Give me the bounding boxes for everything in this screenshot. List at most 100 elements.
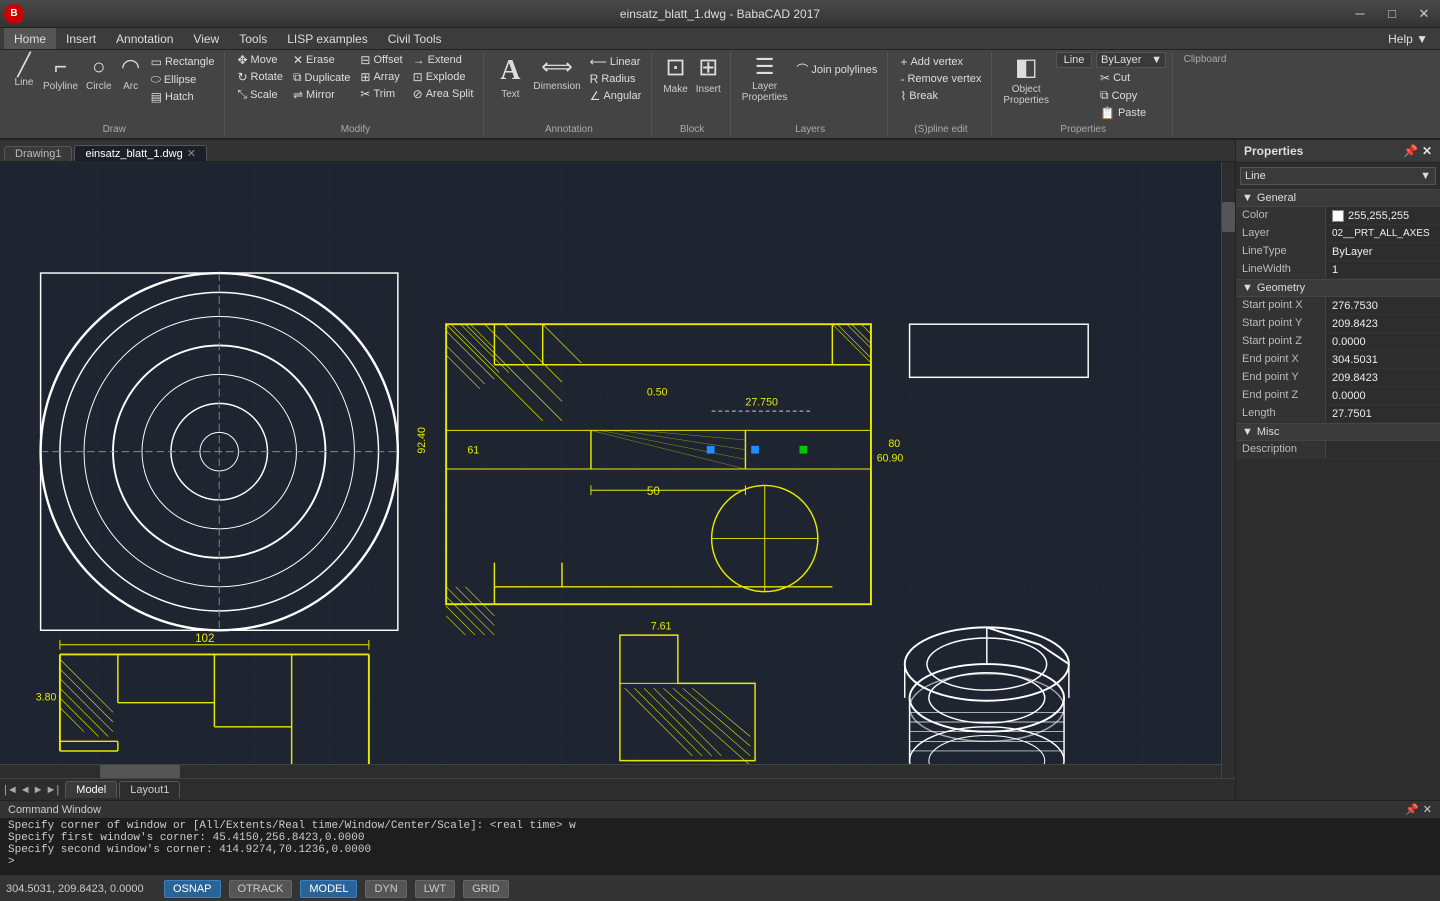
geometry-section-header[interactable]: ▼ Geometry bbox=[1236, 279, 1440, 297]
layout-nav-last[interactable]: ►| bbox=[46, 784, 60, 796]
area-split-button[interactable]: ⊘Area Split bbox=[409, 86, 478, 102]
startx-val[interactable]: 276.7530 bbox=[1326, 297, 1440, 314]
linewidth-val[interactable]: 1 bbox=[1326, 261, 1440, 278]
length-key: Length bbox=[1236, 405, 1326, 422]
ribbon-group-annotation: A Text ⟺ Dimension ⟵Linear RRadius ∠Angu… bbox=[486, 52, 652, 136]
cut-button[interactable]: ✂Cut bbox=[1096, 70, 1166, 86]
array-button[interactable]: ⊞Array bbox=[356, 69, 406, 85]
layout-nav-prev[interactable]: ◄ bbox=[20, 784, 31, 796]
copy-ribbon-button[interactable]: ⧉Copy bbox=[1096, 87, 1166, 104]
menu-home[interactable]: Home bbox=[4, 28, 56, 49]
tab-drawing1[interactable]: Drawing1 bbox=[4, 146, 72, 161]
cmd-pin-icon[interactable]: 📌 bbox=[1405, 803, 1419, 816]
otrack-button[interactable]: OTRACK bbox=[229, 880, 293, 898]
layer-properties-button[interactable]: ☰ LayerProperties bbox=[739, 52, 791, 105]
explode-button[interactable]: ⊡Explode bbox=[409, 69, 478, 85]
ribbon-group-modify: ✥Move ↻Rotate ⤡Scale ✕Erase ⧉Duplicate ⇌… bbox=[227, 52, 484, 136]
ellipse-button[interactable]: ⬭ Ellipse bbox=[147, 71, 219, 88]
menu-view[interactable]: View bbox=[183, 28, 229, 49]
arc-button[interactable]: ◠ Arc bbox=[117, 52, 145, 94]
menu-annotation[interactable]: Annotation bbox=[106, 28, 183, 49]
join-polylines-button[interactable]: ⌒Join polylines bbox=[792, 60, 881, 79]
insert-button[interactable]: ⊞ Insert bbox=[693, 52, 724, 97]
menu-civil[interactable]: Civil Tools bbox=[378, 28, 452, 49]
command-input[interactable] bbox=[19, 856, 1432, 868]
endy-val[interactable]: 209.8423 bbox=[1326, 369, 1440, 386]
endz-val[interactable]: 0.0000 bbox=[1326, 387, 1440, 404]
scale-button[interactable]: ⤡Scale bbox=[233, 86, 286, 103]
osnap-button[interactable]: OSNAP bbox=[164, 880, 221, 898]
minimize-button[interactable]: ─ bbox=[1344, 0, 1376, 28]
maximize-button[interactable]: □ bbox=[1376, 0, 1408, 28]
grid-button[interactable]: GRID bbox=[463, 880, 509, 898]
tab-einsatz-close[interactable]: ✕ bbox=[187, 147, 196, 160]
layer-val[interactable]: 02__PRT_ALL_AXES bbox=[1326, 225, 1440, 242]
dimension-button[interactable]: ⟺ Dimension bbox=[530, 52, 583, 94]
polyline-button[interactable]: ⌐ Polyline bbox=[40, 52, 81, 94]
ribbon-group-layers: ☰ LayerProperties ⌒Join polylines Layers bbox=[733, 52, 889, 136]
menu-insert[interactable]: Insert bbox=[56, 28, 106, 49]
endx-val[interactable]: 304.5031 bbox=[1326, 351, 1440, 368]
coordinates-display: 304.5031, 209.8423, 0.0000 bbox=[6, 883, 156, 895]
lwt-button[interactable]: LWT bbox=[415, 880, 455, 898]
layer-row: Layer 02__PRT_ALL_AXES bbox=[1236, 225, 1440, 243]
h-scroll-thumb[interactable] bbox=[100, 765, 180, 778]
rectangle-label: Rectangle bbox=[165, 56, 215, 68]
starty-val[interactable]: 209.8423 bbox=[1326, 315, 1440, 332]
linear-button[interactable]: ⟵Linear bbox=[586, 54, 646, 70]
layout1-tab[interactable]: Layout1 bbox=[119, 781, 180, 798]
rectangle-button[interactable]: ▭ Rectangle bbox=[147, 54, 219, 70]
rotate-button[interactable]: ↻Rotate bbox=[233, 69, 286, 85]
color-val[interactable]: 255,255,255 bbox=[1326, 207, 1440, 224]
break-button[interactable]: ⌇Break bbox=[896, 88, 985, 104]
block-group-label: Block bbox=[680, 122, 704, 136]
menu-tools[interactable]: Tools bbox=[229, 28, 277, 49]
property-type-selector[interactable]: Line ▼ bbox=[1240, 167, 1436, 185]
extend-button[interactable]: →Extend bbox=[409, 52, 478, 68]
layout-nav-first[interactable]: |◄ bbox=[4, 784, 18, 796]
remove-vertex-button[interactable]: -Remove vertex bbox=[896, 71, 985, 87]
misc-section-header[interactable]: ▼ Misc bbox=[1236, 423, 1440, 441]
svg-text:102: 102 bbox=[195, 633, 214, 645]
move-button[interactable]: ✥Move bbox=[233, 52, 286, 68]
general-section-header[interactable]: ▼ General bbox=[1236, 189, 1440, 207]
offset-button[interactable]: ⊟Offset bbox=[356, 52, 406, 68]
panel-close-icon[interactable]: ✕ bbox=[1422, 144, 1432, 158]
make-button[interactable]: ⊡ Make bbox=[660, 52, 690, 97]
layer-selector[interactable]: ByLayer ▼ bbox=[1096, 52, 1166, 68]
text-button[interactable]: A Text bbox=[492, 52, 528, 102]
layout-nav-next[interactable]: ► bbox=[33, 784, 44, 796]
erase-button[interactable]: ✕Erase bbox=[289, 52, 354, 68]
menu-lisp[interactable]: LISP examples bbox=[277, 28, 378, 49]
description-val[interactable] bbox=[1326, 441, 1440, 458]
horizontal-scrollbar[interactable] bbox=[0, 764, 1221, 778]
length-val[interactable]: 27.7501 bbox=[1326, 405, 1440, 422]
model-tab[interactable]: Model bbox=[65, 781, 117, 798]
hatch-button[interactable]: ▤ Hatch bbox=[147, 89, 219, 105]
v-scroll-thumb[interactable] bbox=[1222, 202, 1235, 232]
panel-pin-icon[interactable]: 📌 bbox=[1403, 144, 1418, 158]
vertical-scrollbar[interactable] bbox=[1221, 162, 1235, 778]
radius-button[interactable]: RRadius bbox=[586, 71, 646, 87]
tab-einsatz[interactable]: einsatz_blatt_1.dwg ✕ bbox=[74, 145, 206, 161]
layer-number-field[interactable]: Line bbox=[1056, 52, 1092, 68]
paste-button[interactable]: 📋Paste bbox=[1096, 105, 1166, 121]
cmd-close-icon[interactable]: ✕ bbox=[1423, 803, 1432, 816]
startz-val[interactable]: 0.0000 bbox=[1326, 333, 1440, 350]
dyn-button[interactable]: DYN bbox=[365, 880, 406, 898]
linetype-val[interactable]: ByLayer bbox=[1326, 243, 1440, 260]
line-button[interactable]: ╱ Line bbox=[10, 52, 38, 90]
cmd-prompt[interactable]: > bbox=[8, 856, 1432, 868]
model-button[interactable]: MODEL bbox=[300, 880, 357, 898]
close-button[interactable]: ✕ bbox=[1408, 0, 1440, 28]
duplicate-button[interactable]: ⧉Duplicate bbox=[289, 69, 354, 86]
trim-button[interactable]: ✂Trim bbox=[356, 86, 406, 102]
angular-button[interactable]: ∠Angular bbox=[586, 88, 646, 104]
mirror-button[interactable]: ⇌Mirror bbox=[289, 87, 354, 103]
layer-key: Layer bbox=[1236, 225, 1326, 242]
circle-button[interactable]: ○ Circle bbox=[83, 52, 115, 94]
add-vertex-button[interactable]: +Add vertex bbox=[896, 54, 985, 70]
help-label[interactable]: Help ▼ bbox=[1388, 32, 1428, 46]
object-properties-button[interactable]: ◧ ObjectProperties bbox=[1000, 52, 1052, 108]
hatch-icon: ▤ bbox=[151, 90, 162, 104]
